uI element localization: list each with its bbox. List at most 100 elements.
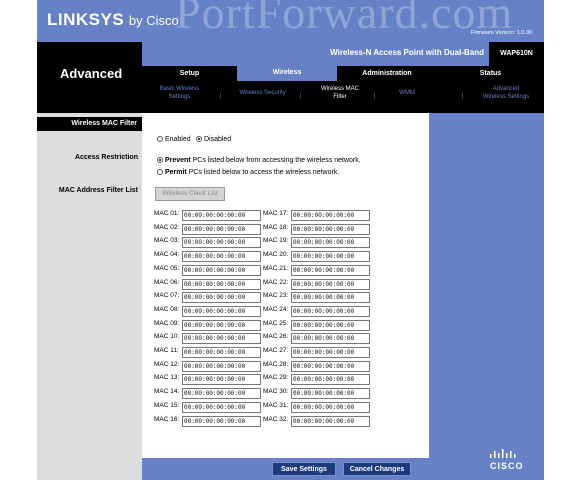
mac-address-field[interactable]: 00:00:00:00:00:00 (291, 292, 370, 304)
subtab-label: Wireless Security (239, 90, 286, 96)
mac-label: MAC 04: (154, 251, 180, 259)
subtab-advanced-wireless[interactable]: Advanced Wireless Settings (472, 85, 540, 101)
mac-label: MAC 13: (154, 374, 180, 382)
prevent-option[interactable]: Prevent PCs listed below from accessing … (157, 157, 361, 164)
prevent-description: PCs listed below from accessing the wire… (192, 157, 361, 164)
mac-label: MAC 03: (154, 237, 180, 245)
mac-label: MAC 02: (154, 223, 180, 231)
mac-label: MAC 23: (263, 292, 289, 300)
mac-label: MAC 07: (154, 292, 180, 300)
mac-address-field[interactable]: 00:00:00:00:00:00 (182, 292, 261, 304)
mac-label: MAC 20: (263, 251, 289, 259)
mac-label: MAC 28: (263, 360, 289, 368)
wireless-client-list-button[interactable]: Wireless Client List (155, 187, 225, 201)
mac-address-field[interactable]: 00:00:00:00:00:00 (291, 360, 370, 372)
mac-label: MAC 11: (154, 347, 179, 354)
mac-label: MAC 22: (263, 278, 289, 286)
subtab-wmm[interactable]: WMM (392, 89, 422, 97)
mac-label: MAC 30: (263, 388, 289, 396)
mac-address-field[interactable]: 00:00:00:00:00:00 (182, 319, 261, 331)
mac-address-field[interactable]: 00:00:00:00:00:00 (182, 388, 261, 400)
separator: | (220, 93, 222, 99)
disabled-option[interactable]: Disabled (196, 136, 231, 143)
mac-label: MAC 06: (154, 278, 180, 286)
subtab-label: Settings (168, 94, 191, 100)
subtab-label: Basic Wireless (159, 86, 200, 92)
mac-label: MAC 19: (263, 237, 289, 245)
model-number: WAP610N (489, 42, 544, 66)
subtab-wireless-mac-filter[interactable]: Wireless MAC Filter (310, 85, 370, 101)
mac-address-field[interactable]: 00:00:00:00:00:00 (291, 223, 370, 235)
radio-enabled[interactable] (157, 136, 163, 143)
mac-label: MAC 26: (263, 333, 289, 341)
radio-disabled[interactable] (196, 136, 202, 143)
mac-address-field[interactable]: 00:00:00:00:00:00 (291, 374, 370, 386)
access-restriction-label: Access Restriction (74, 154, 138, 161)
mac-address-field[interactable]: 00:00:00:00:00:00 (182, 210, 261, 221)
mac-label: MAC 24: (263, 305, 289, 313)
mac-address-field[interactable]: 00:00:00:00:00:00 (182, 251, 261, 263)
mac-address-field[interactable]: 00:00:00:00:00:00 (291, 264, 370, 276)
enabled-label: Enabled (164, 136, 191, 143)
mac-address-field[interactable]: 00:00:00:00:00:00 (182, 264, 261, 276)
mac-label: MAC 17: (263, 210, 289, 217)
section-heading: Wireless MAC Filter (37, 117, 142, 131)
right-panel (429, 113, 544, 480)
tab-setup[interactable]: Setup (142, 66, 237, 81)
mac-address-field[interactable]: 00:00:00:00:00:00 (182, 305, 261, 317)
mac-address-field[interactable]: 00:00:00:00:00:00 (182, 278, 261, 290)
mac-address-field[interactable]: 00:00:00:00:00:00 (182, 223, 261, 235)
mac-address-field[interactable]: 00:00:00:00:00:00 (182, 347, 261, 358)
left-column (37, 113, 142, 480)
subtab-label: Wireless MAC (320, 86, 359, 92)
mac-address-field[interactable]: 00:00:00:00:00:00 (182, 415, 261, 427)
tab-wireless[interactable]: Wireless (237, 65, 337, 81)
mac-address-field[interactable]: 00:00:00:00:00:00 (291, 347, 370, 358)
permit-description: PCs listed below to access the wireless … (188, 169, 340, 176)
mac-label: MAC 14: (154, 388, 180, 396)
mac-address-field[interactable]: 00:00:00:00:00:00 (291, 333, 370, 345)
enabled-option[interactable]: Enabled (157, 136, 191, 143)
mac-label: MAC 10: (154, 333, 180, 341)
prevent-label: Prevent (164, 157, 191, 164)
mac-address-field[interactable]: 00:00:00:00:00:00 (182, 333, 261, 345)
mac-address-field[interactable]: 00:00:00:00:00:00 (291, 305, 370, 317)
mac-label: MAC 32: (263, 415, 289, 423)
mac-label: MAC 15: (154, 401, 180, 409)
permit-option[interactable]: Permit PCs listed below to access the wi… (157, 169, 339, 176)
mac-address-field[interactable]: 00:00:00:00:00:00 (182, 237, 261, 249)
mac-address-field[interactable]: 00:00:00:00:00:00 (291, 319, 370, 331)
cisco-logo: CISCO (490, 461, 524, 471)
mac-label: MAC 12: (154, 360, 180, 368)
cancel-changes-button[interactable]: Cancel Changes (343, 462, 411, 476)
mac-address-field[interactable]: 00:00:00:00:00:00 (291, 251, 370, 263)
mac-label: MAC 31: (263, 401, 289, 409)
mac-address-field[interactable]: 00:00:00:00:00:00 (291, 388, 370, 400)
product-name: Wireless-N Access Point with Dual-Band (330, 48, 484, 57)
mac-label: MAC 27: (263, 347, 289, 354)
radio-permit[interactable] (157, 169, 163, 176)
mac-label: MAC 21: (263, 264, 289, 272)
mac-address-field[interactable]: 00:00:00:00:00:00 (182, 374, 261, 386)
linksys-logo: LINKSYS by Cisco (47, 10, 179, 29)
radio-prevent[interactable] (157, 157, 163, 164)
mac-address-field[interactable]: 00:00:00:00:00:00 (182, 401, 261, 413)
mac-address-field[interactable]: 00:00:00:00:00:00 (182, 360, 261, 372)
product-bar: Wireless-N Access Point with Dual-Band W… (142, 42, 544, 66)
mac-label: MAC 18: (263, 223, 289, 231)
mac-address-field[interactable]: 00:00:00:00:00:00 (291, 210, 370, 221)
tab-status[interactable]: Status (437, 66, 544, 81)
mac-address-field[interactable]: 00:00:00:00:00:00 (291, 278, 370, 290)
mac-address-field[interactable]: 00:00:00:00:00:00 (291, 415, 370, 427)
mac-address-field[interactable]: 00:00:00:00:00:00 (291, 237, 370, 249)
separator: | (374, 93, 376, 99)
tab-administration[interactable]: Administration (337, 66, 437, 81)
mac-address-field[interactable]: 00:00:00:00:00:00 (291, 401, 370, 413)
subtab-basic-wireless[interactable]: Basic Wireless Settings (152, 85, 207, 101)
save-settings-button[interactable]: Save Settings (272, 462, 336, 476)
mac-label: MAC 25: (263, 319, 289, 327)
sub-tabs: Basic Wireless Settings | Wireless Secur… (142, 81, 544, 113)
subtab-label: Wireless Settings (482, 94, 530, 100)
subtab-wireless-security[interactable]: Wireless Security (230, 89, 295, 97)
page-title: Advanced (60, 66, 123, 81)
